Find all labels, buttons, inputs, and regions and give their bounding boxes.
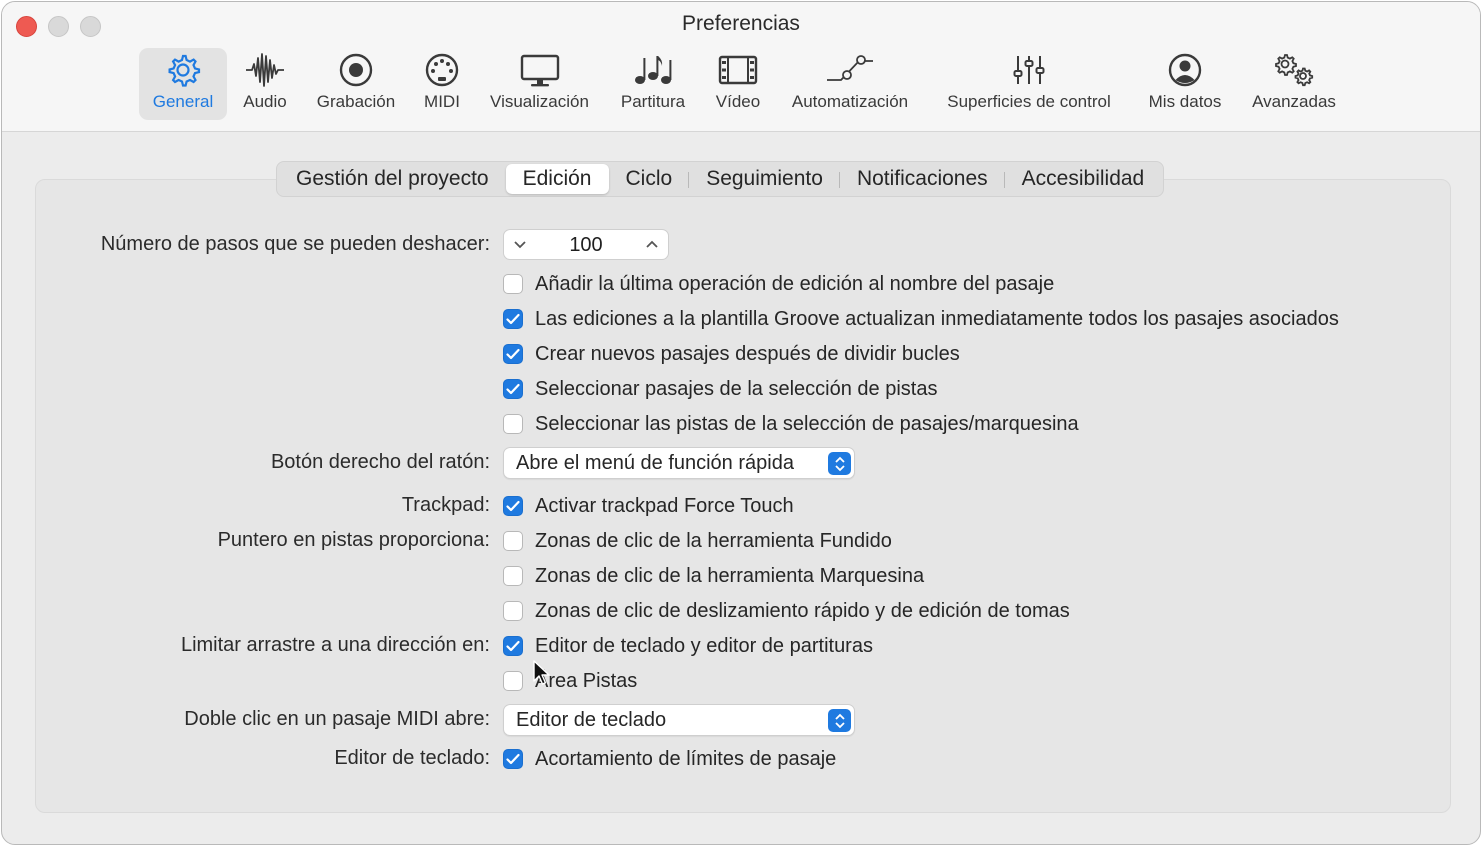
toolbar-label: General xyxy=(152,92,214,111)
toolbar-label: MIDI xyxy=(424,92,460,111)
toolbar-label: Avanzadas xyxy=(1252,92,1336,111)
checkbox-label: Seleccionar pasajes de la selección de p… xyxy=(535,377,938,400)
check-region-border-trimming[interactable]: Acortamiento de límites de pasaje xyxy=(503,747,836,771)
tab-editing[interactable]: Edición xyxy=(505,164,609,194)
checkbox-label: Zonas de clic de deslizamiento rápido y … xyxy=(535,599,1070,622)
undo-steps-stepper[interactable]: 100 xyxy=(503,229,669,260)
chevron-up-icon[interactable] xyxy=(644,236,660,252)
sliders-icon xyxy=(934,48,1124,92)
checkbox[interactable] xyxy=(503,379,523,399)
tab-cycle[interactable]: Ciclo xyxy=(609,164,690,194)
toolbar-video[interactable]: Vídeo xyxy=(708,48,768,120)
checkbox-label: Acortamiento de límites de pasaje xyxy=(535,747,837,770)
toolbar-label: Automatización xyxy=(791,92,909,111)
check-groove-update[interactable]: Las ediciones a la plantilla Groove actu… xyxy=(503,307,1339,331)
checkbox[interactable] xyxy=(503,274,523,294)
tab-accessibility[interactable]: Accesibilidad xyxy=(1005,164,1162,194)
checkbox-label: Zonas de clic de la herramienta Marquesi… xyxy=(535,564,925,587)
checkbox[interactable] xyxy=(503,601,523,621)
checkbox-label: Las ediciones a la plantilla Groove actu… xyxy=(535,307,1339,330)
checkbox-label: Zonas de clic de la herramienta Fundido xyxy=(535,529,892,552)
checkbox-label: Editor de teclado y editor de partituras xyxy=(535,634,873,657)
person-icon xyxy=(1140,48,1230,92)
film-icon xyxy=(708,48,768,92)
limit-drag-label: Limitar arrastre a una dirección en: xyxy=(180,634,490,656)
title-bar: Preferencias General Audio Grabación MID… xyxy=(2,2,1480,132)
toolbar-label: Vídeo xyxy=(715,92,761,111)
checkbox[interactable] xyxy=(503,671,523,691)
right-click-label: Botón derecho del ratón: xyxy=(270,451,490,473)
toolbar-display[interactable]: Visualización xyxy=(482,48,597,120)
tab-bar: Gestión del proyecto Edición Ciclo Segui… xyxy=(276,161,1165,197)
toolbar-label: Mis datos xyxy=(1148,92,1222,111)
toolbar-audio[interactable]: Audio xyxy=(236,48,294,120)
checkbox-label: Añadir la última operación de edición al… xyxy=(535,272,1055,295)
checkbox[interactable] xyxy=(503,636,523,656)
check-limit-piano-score[interactable]: Editor de teclado y editor de partituras xyxy=(503,634,873,658)
toolbar-label: Grabación xyxy=(316,92,396,111)
gear-icon xyxy=(139,48,227,92)
right-click-popup[interactable]: Abre el menú de función rápida xyxy=(503,447,855,479)
toolbar-midi[interactable]: MIDI xyxy=(416,48,468,120)
piano-roll-label: Editor de teclado: xyxy=(334,747,490,769)
toolbar-label: Superficies de control xyxy=(947,92,1111,111)
toolbar-control-surfaces[interactable]: Superficies de control xyxy=(934,48,1124,120)
check-limit-tracks-area[interactable]: Área Pistas xyxy=(503,669,637,693)
checkbox-label: Seleccionar las pistas de la selección d… xyxy=(535,412,1079,435)
waveform-icon xyxy=(236,48,294,92)
double-click-value: Editor de teclado xyxy=(516,709,667,731)
check-force-touch[interactable]: Activar trackpad Force Touch xyxy=(503,494,794,518)
checkbox[interactable] xyxy=(503,566,523,586)
toolbar-recording[interactable]: Grabación xyxy=(307,48,405,120)
display-icon xyxy=(482,48,597,92)
checkbox[interactable] xyxy=(503,531,523,551)
checkbox[interactable] xyxy=(503,344,523,364)
checkbox[interactable] xyxy=(503,309,523,329)
toolbar-label: Visualización xyxy=(490,92,589,111)
pointer-label: Puntero en pistas proporciona: xyxy=(217,529,490,551)
window-title: Preferencias xyxy=(682,12,800,35)
toolbar-automation[interactable]: Automatización xyxy=(783,48,917,120)
double-click-popup[interactable]: Editor de teclado xyxy=(503,704,855,736)
checkbox[interactable] xyxy=(503,749,523,769)
midi-port-icon xyxy=(416,48,468,92)
gears-icon xyxy=(1244,48,1344,92)
up-down-arrows-icon xyxy=(828,709,851,732)
music-notes-icon xyxy=(613,48,693,92)
check-select-regions-from-tracks[interactable]: Seleccionar pasajes de la selección de p… xyxy=(503,377,937,401)
toolbar-advanced[interactable]: Avanzadas xyxy=(1244,48,1344,120)
checkbox-label: Crear nuevos pasajes después de dividir … xyxy=(535,342,960,365)
toolbar-label: Audio xyxy=(243,92,287,111)
checkbox[interactable] xyxy=(503,414,523,434)
double-click-label: Doble clic en un pasaje MIDI abre: xyxy=(184,708,490,730)
check-new-regions-split-loops[interactable]: Crear nuevos pasajes después de dividir … xyxy=(503,342,960,366)
toolbar-general[interactable]: General xyxy=(139,48,227,120)
automation-curve-icon xyxy=(783,48,917,92)
check-fade-hotspots[interactable]: Zonas de clic de la herramienta Fundido xyxy=(503,529,892,553)
check-quick-swipe-hotspots[interactable]: Zonas de clic de deslizamiento rápido y … xyxy=(503,599,1070,623)
check-marquee-hotspots[interactable]: Zonas de clic de la herramienta Marquesi… xyxy=(503,564,924,588)
tab-project-management[interactable]: Gestión del proyecto xyxy=(279,164,506,194)
toolbar-score[interactable]: Partitura xyxy=(613,48,693,120)
up-down-arrows-icon xyxy=(828,452,851,475)
record-icon xyxy=(307,48,405,92)
right-click-value: Abre el menú de función rápida xyxy=(516,452,794,474)
tab-tracking[interactable]: Seguimiento xyxy=(689,164,840,194)
toolbar-my-info[interactable]: Mis datos xyxy=(1140,48,1230,120)
trackpad-label: Trackpad: xyxy=(401,494,490,516)
tab-notifications[interactable]: Notificaciones xyxy=(840,164,1005,194)
undo-steps-label: Número de pasos que se pueden deshacer: xyxy=(100,233,490,255)
checkbox-label: Activar trackpad Force Touch xyxy=(535,494,794,517)
check-select-tracks-from-regions[interactable]: Seleccionar las pistas de la selección d… xyxy=(503,412,1079,436)
checkbox[interactable] xyxy=(503,496,523,516)
check-append-edit-name[interactable]: Añadir la última operación de edición al… xyxy=(503,272,1054,296)
toolbar-label: Partitura xyxy=(620,92,686,111)
mouse-pointer-icon xyxy=(533,660,550,685)
